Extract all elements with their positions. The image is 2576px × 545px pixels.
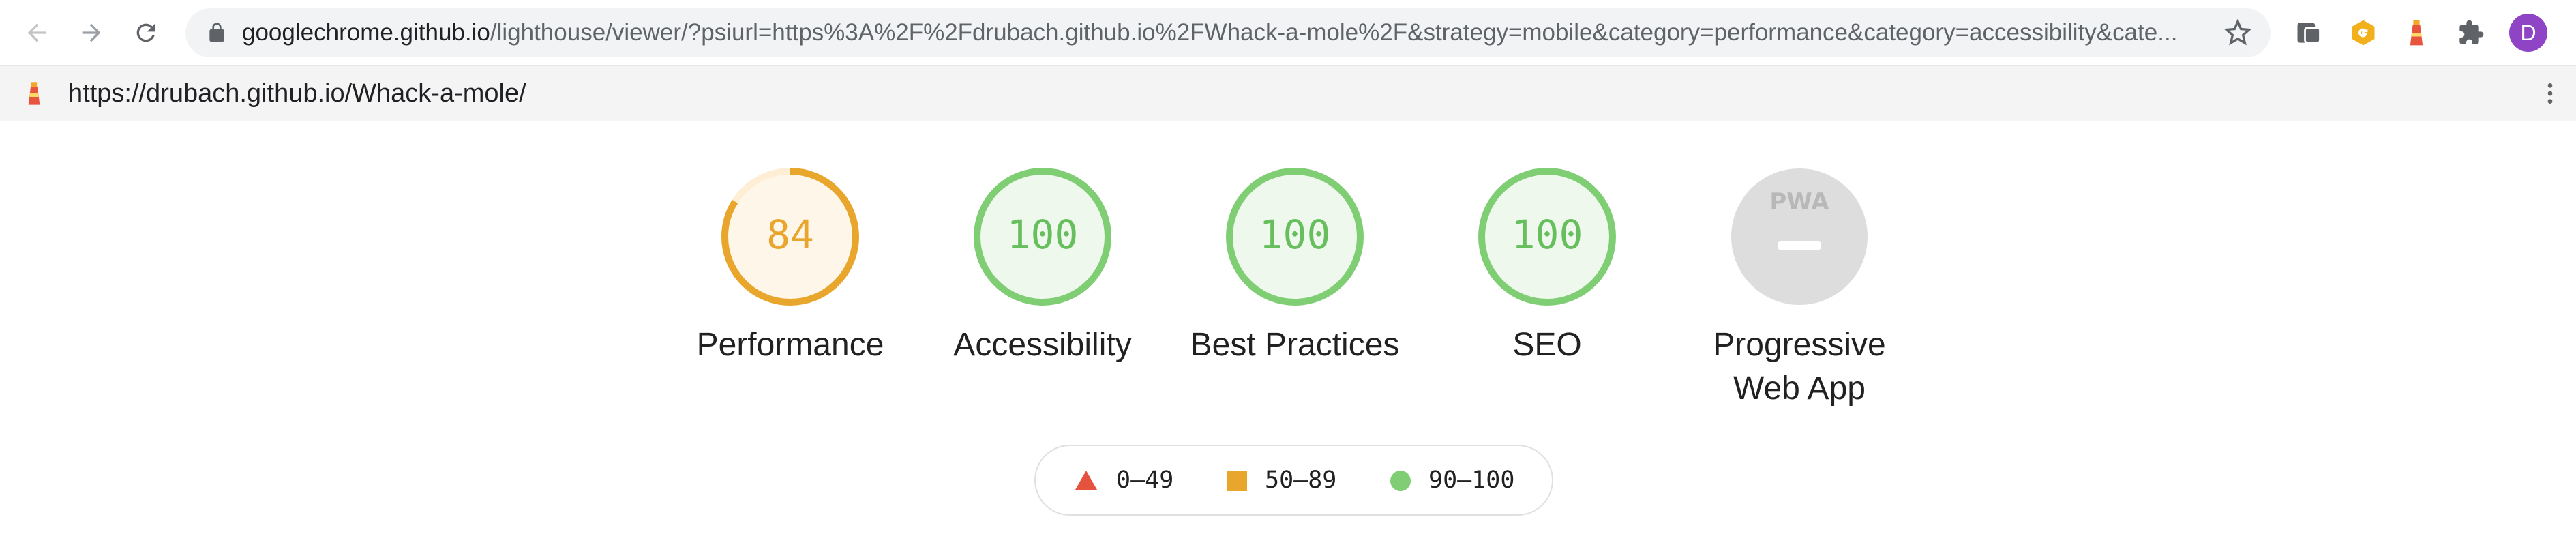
extension-tab-icon[interactable]	[2291, 15, 2326, 50]
back-button[interactable]	[19, 15, 55, 50]
forward-button[interactable]	[74, 15, 109, 50]
address-host: googlechrome.github.io	[242, 19, 490, 46]
g-extension-icon[interactable]	[2346, 15, 2381, 50]
g-extension-glyph	[2352, 20, 2375, 46]
pwa-badge: PWA	[1731, 168, 1868, 305]
lighthouse-glyph	[2410, 20, 2423, 46]
profile-avatar[interactable]: D	[2509, 14, 2547, 52]
score-legend: 0–49 50–89 90–100	[1034, 445, 1553, 516]
address-path: /lighthouse/viewer/?psiurl=https%3A%2F%2…	[490, 19, 2178, 46]
performance-gauge-ring: 84	[721, 168, 859, 306]
accessibility-score: 100	[1007, 211, 1079, 258]
browser-toolbar: googlechrome.github.io/lighthouse/viewer…	[0, 0, 2576, 66]
lighthouse-extension-icon[interactable]	[2399, 15, 2434, 50]
average-square-icon	[1227, 471, 1247, 491]
report-url-bar: https://drubach.github.io/Whack-a-mole/	[0, 66, 2576, 121]
best-practices-score: 100	[1259, 211, 1331, 258]
pwa-label-line2: Web App	[1733, 370, 1866, 407]
legend-average: 50–89	[1265, 467, 1337, 494]
gauge-accessibility[interactable]: 100 Accessibility	[933, 165, 1152, 367]
best-practices-label: Best Practices	[1190, 327, 1400, 363]
address-url[interactable]: googlechrome.github.io/lighthouse/viewer…	[242, 8, 2192, 57]
seo-gauge-ring: 100	[1478, 168, 1616, 306]
gauge-pwa[interactable]: PWA Progressive Web App	[1690, 165, 1908, 411]
pwa-badge-text: PWA	[1769, 188, 1829, 216]
extension-tab-glyph	[2297, 23, 2321, 44]
fail-triangle-icon	[1075, 471, 1097, 490]
pwa-label: Progressive Web App	[1690, 323, 1908, 411]
legend-pass: 90–100	[1428, 467, 1515, 494]
gauge-seo[interactable]: 100 SEO	[1438, 165, 1656, 367]
seo-score: 100	[1512, 211, 1583, 258]
performance-score: 84	[766, 211, 814, 258]
gauge-best-practices[interactable]: 100 Best Practices	[1186, 165, 1404, 367]
pwa-label-line1: Progressive	[1713, 327, 1886, 363]
reload-icon	[136, 23, 155, 42]
address-bar[interactable]: googlechrome.github.io/lighthouse/viewer…	[185, 8, 2271, 57]
pwa-dash-icon	[1778, 241, 1821, 250]
legend-fail: 0–49	[1116, 467, 1174, 494]
bookmark-star-icon[interactable]	[2224, 19, 2251, 46]
accessibility-gauge-ring: 100	[974, 168, 1111, 306]
lock-icon	[209, 23, 224, 42]
performance-label: Performance	[696, 327, 884, 363]
lighthouse-logo-icon	[28, 82, 40, 105]
accessibility-label: Accessibility	[953, 327, 1132, 363]
pass-circle-icon	[1390, 471, 1411, 491]
reload-button[interactable]	[128, 15, 164, 50]
puzzle-extensions-icon[interactable]	[2453, 15, 2489, 50]
puzzle-glyph	[2459, 20, 2484, 44]
seo-label: SEO	[1512, 327, 1582, 363]
best-practices-gauge-ring: 100	[1226, 168, 1364, 306]
more-vert-icon[interactable]	[2536, 80, 2564, 107]
back-arrow-icon	[27, 23, 46, 42]
forward-arrow-icon	[82, 23, 101, 42]
gauge-performance[interactable]: 84 Performance	[681, 165, 899, 367]
report-url[interactable]: https://drubach.github.io/Whack-a-mole/	[68, 66, 526, 121]
